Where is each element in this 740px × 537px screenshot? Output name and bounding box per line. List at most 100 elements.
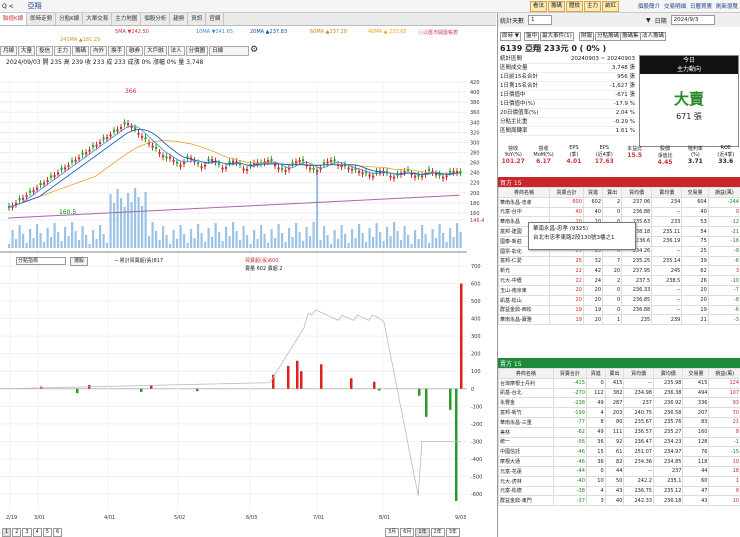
link-refresh[interactable]: 刷新瀏覽 <box>716 2 738 10</box>
column-header[interactable]: 損益(萬) <box>708 368 740 379</box>
tag-events[interactable]: 最大事件(1) <box>540 32 574 41</box>
table-row[interactable]: 華南永昌-忠孝 600 602 2 237.06 234 604 -244 <box>497 196 740 208</box>
btn-chips[interactable]: 籌碼 <box>548 1 566 12</box>
column-header[interactable]: 買賣合計 <box>549 187 584 198</box>
column-header[interactable]: 賣出 <box>602 187 623 198</box>
column-header[interactable]: 買均價 <box>621 187 653 198</box>
table-row[interactable]: 台灣摩根士丹利 -415 0 415 -- 235.98 415 124 <box>498 377 740 389</box>
table-row[interactable]: 元大-虎林 -40 10 50 242.2 235.1 60 1 <box>498 475 740 487</box>
tab-branch[interactable]: 分點K線 <box>56 13 84 25</box>
column-header[interactable]: 買賣合計 <box>552 368 587 379</box>
subtab-2[interactable]: 投信 <box>36 46 54 56</box>
tag-legal[interactable]: 法人籌碼 <box>640 32 667 41</box>
table-row[interactable]: 元富-松德 -38 4 43 236.75 235.12 47 8 <box>498 485 740 497</box>
tab-web[interactable]: 官網 <box>206 13 225 25</box>
table-row[interactable]: 統一 -56 36 92 236.47 234.23 128 -1 <box>498 436 740 448</box>
stock-pick-button[interactable]: 選股 <box>70 257 89 266</box>
tag-chips[interactable]: 籌碼集 <box>620 32 641 41</box>
back-button[interactable]: Q < <box>2 3 14 10</box>
chevron-down-icon[interactable]: ▼ <box>646 17 651 24</box>
table-row[interactable]: 元富-台中 40 40 0 236.88 -- 40 0 <box>497 206 740 218</box>
table-row[interactable]: 元大-中壢 22 24 2 237.5 238.5 26 -10 <box>497 275 740 286</box>
tab-map[interactable]: 主力地圖 <box>112 13 142 25</box>
subtab-5[interactable]: 內外 <box>90 46 108 56</box>
table-row[interactable]: 摩根大通 -46 36 82 234.36 234.85 118 10 <box>498 456 740 467</box>
tab-realtime[interactable]: 即時走勢 <box>27 13 57 25</box>
volume-bar <box>295 223 298 248</box>
table-row[interactable]: 華南永昌-三重 -77 8 80 235.67 235.76 83 21 <box>498 416 740 428</box>
btn-view[interactable]: 看法 <box>530 1 548 12</box>
page-tab-1[interactable]: 1 <box>2 528 12 537</box>
page-tab-4[interactable]: 4 <box>32 528 42 537</box>
table-row[interactable]: 富邦-仁愛 25 32 7 235.25 235.14 39 -6 <box>497 255 740 267</box>
table-row[interactable]: 玉山-南京東 20 20 0 236.33 -- 20 -7 <box>497 284 740 296</box>
table-row[interactable]: 中國信託 -46 15 61 251.07 234.97 76 -15 <box>498 446 740 458</box>
btn-launch[interactable]: 啟紅 <box>602 1 620 12</box>
cell: 237.5 <box>621 275 653 286</box>
table-row[interactable]: 凱基-台北 -270 112 382 234.98 236.38 494 107 <box>498 387 740 399</box>
tag-financial[interactable]: 財報 <box>579 32 595 41</box>
range-2y[interactable]: 2年 <box>430 528 445 537</box>
column-header[interactable]: 損益(萬) <box>707 187 740 198</box>
column-header[interactable]: 券商名稱 <box>498 368 554 379</box>
table-row[interactable]: 群益金鼎-東門 -37 3 40 242.33 236.18 43 10 <box>498 495 740 507</box>
table-row[interactable]: 美林 -62 49 111 236.57 235.27 160 8 <box>498 426 740 438</box>
tab-trend[interactable]: 趨勢 <box>170 13 189 25</box>
page-tab-5[interactable]: 5 <box>42 528 52 537</box>
tab-bigtrade[interactable]: 大單交易 <box>83 13 113 25</box>
tag-intraday[interactable]: 盤中 <box>524 32 540 41</box>
table-row[interactable]: 凱基-松山 20 20 0 236.85 -- 20 -8 <box>497 294 740 306</box>
column-header[interactable]: 買均價 <box>623 368 654 379</box>
days-select[interactable]: 1 <box>528 15 553 25</box>
column-header[interactable]: 賣出 <box>604 368 625 379</box>
page-tab-3[interactable]: 3 <box>22 528 32 537</box>
subtab-10[interactable]: 分價圖 <box>185 46 209 56</box>
column-header[interactable]: 交易量 <box>681 187 709 198</box>
subtab-0[interactable]: 月線 <box>0 46 18 56</box>
column-header[interactable]: 賣均價 <box>651 187 683 198</box>
range-1y[interactable]: 1年 <box>415 528 430 537</box>
table-row[interactable]: 永豐金 -238 49 287 237 236.92 336 93 <box>498 397 740 409</box>
tab-analysis[interactable]: 個股分析 <box>141 13 171 25</box>
column-header[interactable]: 買進 <box>582 187 604 198</box>
cell: 70 <box>708 407 740 418</box>
column-header[interactable]: 賣均價 <box>652 368 684 379</box>
subtab-4[interactable]: 籌碼 <box>72 46 90 56</box>
range-3y[interactable]: 3年 <box>445 528 460 537</box>
subtab-11[interactable]: 日線 <box>209 46 250 56</box>
tag-branch[interactable]: 分點籌碼 <box>595 32 622 41</box>
table-row[interactable]: 華南永昌-寶雅 19 20 1 235 239 21 -3 <box>497 314 740 326</box>
subtab-7[interactable]: 融券 <box>126 46 144 56</box>
link-trades[interactable]: 交易明細 <box>664 2 686 10</box>
subtab-1[interactable]: 大量 <box>18 46 36 56</box>
btn-check[interactable]: 體檢 <box>566 1 584 12</box>
volume-bar <box>442 233 445 248</box>
range-3m[interactable]: 3月 <box>385 528 400 537</box>
tab-info[interactable]: 資訊 <box>188 13 207 25</box>
table-row[interactable]: 元富-花蓮 -44 0 44 -- 237 44 18 <box>498 465 740 477</box>
tab-kline[interactable]: 聯經K線 <box>0 13 28 25</box>
table-row[interactable]: 富邦-新竹 -199 4 203 240.75 236.58 207 70 <box>498 407 740 418</box>
table-row[interactable]: 新光 22 42 20 237.95 245 62 3 <box>497 265 740 277</box>
subtab-6[interactable]: 換手 <box>108 46 126 56</box>
table-row[interactable]: 群益金鼎-西松 19 19 0 236.88 -- 19 -6 <box>497 304 740 316</box>
page-tab-2[interactable]: 2 <box>12 528 22 537</box>
cell: 20 <box>582 294 604 306</box>
btn-main[interactable]: 主力 <box>584 1 602 12</box>
gear-icon[interactable]: ⚙ <box>250 46 258 56</box>
subtab-8[interactable]: 大戶融 <box>144 46 167 56</box>
column-header[interactable]: 買進 <box>585 368 606 379</box>
indicator-tick-label: -600 <box>471 492 482 498</box>
column-header[interactable]: 券商名稱 <box>497 187 551 198</box>
indicator-selector[interactable]: 分點指標 <box>16 257 66 265</box>
subtab-9[interactable]: 法人 <box>167 46 185 56</box>
cell: 76 <box>682 446 710 458</box>
date-picker[interactable]: 2024/9/3 <box>670 15 715 25</box>
range-6m[interactable]: 6月 <box>400 528 415 537</box>
column-header[interactable]: 交易量 <box>682 368 710 379</box>
mode-select[interactable]: 即時 ▼ <box>500 32 521 41</box>
subtab-3[interactable]: 主力 <box>54 46 72 56</box>
link-profile[interactable]: 個股簡介 <box>638 2 660 10</box>
link-calendar[interactable]: 日曆買賣 <box>690 2 712 10</box>
page-tab-6[interactable]: 6 <box>52 528 63 537</box>
